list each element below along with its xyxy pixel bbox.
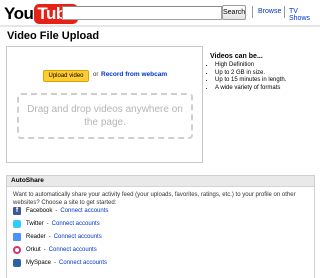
reader-icon (13, 233, 21, 241)
upload-video-button[interactable]: Upload video (43, 70, 89, 82)
share-site-name: MySpace (26, 260, 52, 266)
share-row-twitter: Twitter - Connect accounts (13, 219, 100, 229)
connect-facebook-link[interactable]: Connect accounts (60, 208, 108, 214)
info-item: A wide variety of formats (215, 85, 286, 93)
drag-drop-zone[interactable]: Drag and drop videos anywhere on the pag… (17, 93, 193, 139)
info-item: Up to 15 minutes in length. (215, 77, 286, 85)
myspace-icon (13, 259, 21, 267)
autoshare-header (7, 176, 314, 187)
share-site-name: Reader (26, 234, 46, 240)
share-row-myspace: MySpace - Connect accounts (13, 258, 107, 268)
autoshare-title: AutoShare (11, 177, 44, 184)
info-title: Videos can be... (210, 53, 263, 60)
info-item: Up to 2 GB in size. (215, 70, 286, 78)
nav-separator (284, 6, 285, 18)
autoshare-description: Want to automatically share your activit… (13, 192, 296, 206)
search-input[interactable] (62, 6, 222, 20)
share-site-name: Twitter (26, 221, 44, 227)
connect-myspace-link[interactable]: Connect accounts (59, 260, 107, 266)
page-title: Video File Upload (7, 30, 100, 42)
search-button[interactable]: Search (222, 5, 246, 20)
info-list: High Definition Up to 2 GB in size. Up t… (206, 62, 286, 92)
share-site-name: Facebook (26, 208, 53, 214)
record-webcam-link[interactable]: Record from webcam (101, 71, 167, 78)
connect-twitter-link[interactable]: Connect accounts (52, 221, 100, 227)
nav-separator (252, 6, 253, 18)
facebook-icon: f (13, 207, 21, 215)
drop-zone-text: Drag and drop videos anywhere on the pag… (27, 104, 183, 128)
connect-orkut-link[interactable]: Connect accounts (49, 247, 97, 253)
share-row-reader: Reader - Connect accounts (13, 232, 102, 242)
info-item: High Definition (215, 62, 286, 70)
orkut-icon (13, 246, 21, 254)
connect-reader-link[interactable]: Connect accounts (54, 234, 102, 240)
share-row-facebook: f Facebook - Connect accounts (13, 206, 108, 216)
share-site-name: Orkut (26, 247, 41, 253)
header-divider (0, 25, 320, 27)
nav-browse-link[interactable]: Browse (258, 8, 281, 15)
twitter-icon (13, 220, 21, 228)
logo-you-text: You (4, 4, 34, 23)
nav-tv-shows-link[interactable]: TV Shows (289, 8, 320, 22)
share-row-orkut: Orkut - Connect accounts (13, 245, 97, 255)
or-text: or (93, 72, 99, 78)
